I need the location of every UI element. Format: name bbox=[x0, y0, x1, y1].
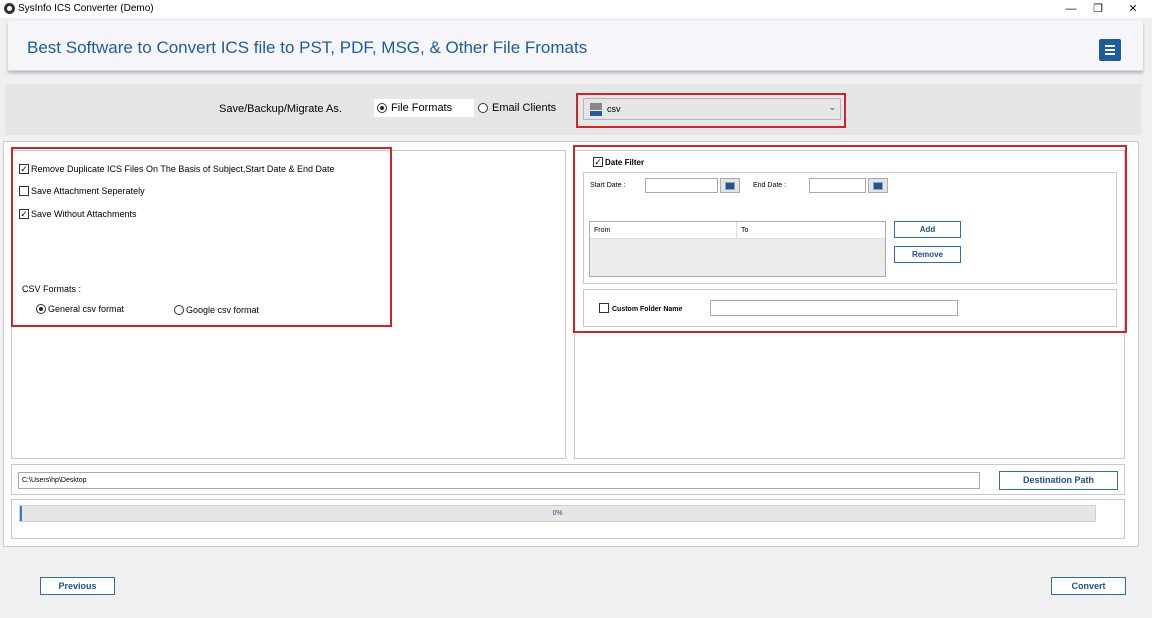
save-as-panel bbox=[5, 84, 1141, 135]
header-banner: Best Software to Convert ICS file to PST… bbox=[8, 21, 1143, 71]
window-title: SysInfo ICS Converter (Demo) bbox=[18, 3, 154, 14]
radio-email-clients-label: Email Clients bbox=[492, 102, 557, 114]
convert-button[interactable]: Convert bbox=[1051, 577, 1126, 595]
radio-unselected-icon bbox=[478, 103, 488, 113]
radio-email-clients[interactable]: Email Clients bbox=[475, 99, 573, 117]
app-logo-icon bbox=[4, 3, 15, 14]
restore-button[interactable]: ❐ bbox=[1081, 0, 1115, 18]
page-title: Best Software to Convert ICS file to PST… bbox=[27, 38, 588, 57]
radio-file-formats[interactable]: File Formats bbox=[374, 99, 474, 117]
save-as-label: Save/Backup/Migrate As. bbox=[219, 103, 342, 115]
destination-path-button[interactable]: Destination Path bbox=[999, 471, 1118, 490]
hamburger-menu-icon[interactable] bbox=[1099, 39, 1121, 61]
progress-bar: 0% bbox=[19, 505, 1096, 522]
highlight-box-format bbox=[576, 93, 846, 128]
close-button[interactable]: ✕ bbox=[1116, 0, 1150, 18]
progress-label: 0% bbox=[552, 510, 563, 517]
radio-file-formats-label: File Formats bbox=[391, 102, 453, 114]
title-bar: SysInfo ICS Converter (Demo) — ❐ ✕ bbox=[0, 0, 1152, 18]
previous-button[interactable]: Previous bbox=[40, 577, 115, 595]
destination-path-input[interactable]: C:\Users\hp\Desktop bbox=[18, 472, 980, 489]
highlight-box-filter bbox=[573, 145, 1127, 333]
radio-selected-icon bbox=[377, 103, 387, 113]
highlight-box-options bbox=[11, 147, 392, 327]
